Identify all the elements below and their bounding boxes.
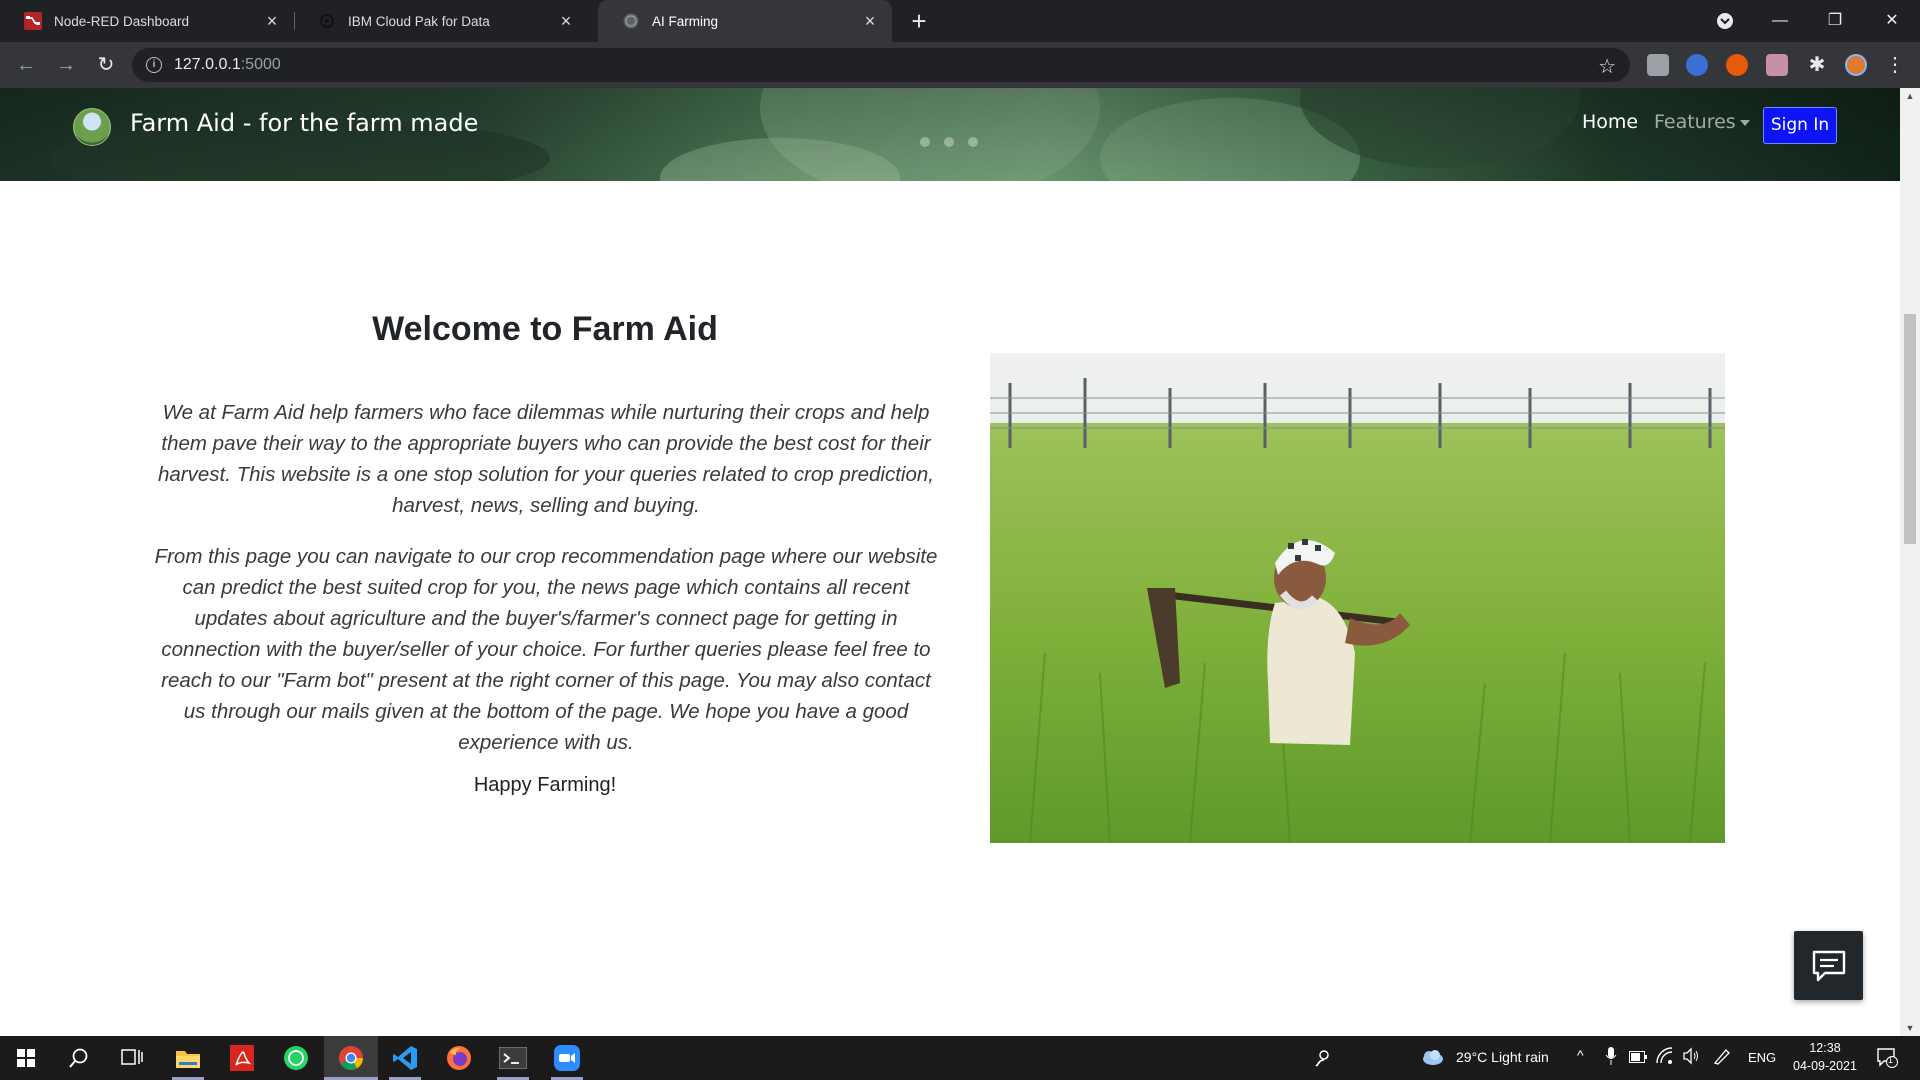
browser-toolbar: ← → ↻ i 127.0.0.1:5000 ☆ ✱ ⋮ [0,42,1920,88]
nav-home-link[interactable]: Home [1582,111,1638,133]
tab-ibm-cloud[interactable]: IBM Cloud Pak for Data × [294,0,588,42]
node-red-icon [24,12,42,30]
info-icon[interactable]: i [146,57,162,73]
restore-icon[interactable]: ❐ [1820,8,1850,34]
forward-icon[interactable]: → [52,51,80,79]
file-explorer-icon[interactable] [172,1042,204,1074]
extension-fire-icon[interactable] [1726,54,1748,76]
chat-icon [1812,950,1845,981]
minimize-icon[interactable]: — [1765,8,1795,34]
page-title: Welcome to Farm Aid [372,310,718,348]
tab-title: Node-RED Dashboard [54,13,190,29]
clock-date[interactable]: 04-09-2021 [1789,1059,1861,1073]
vscode-icon[interactable] [389,1042,421,1074]
new-tab-button[interactable]: + [906,8,932,35]
search-icon[interactable] [63,1042,95,1074]
nav-features-dropdown[interactable]: Features [1654,111,1750,133]
farmer-field-image [990,353,1725,843]
whatsapp-icon[interactable] [280,1042,312,1074]
firefox-icon[interactable] [443,1042,475,1074]
acrobat-icon[interactable] [226,1042,258,1074]
tray-chevron-up-icon[interactable]: ^ [1577,1047,1584,1063]
page-viewport: Farm Aid - for the farm made Home Featur… [0,88,1900,1036]
nav-features-label: Features [1654,111,1736,133]
battery-icon[interactable] [1629,1050,1647,1066]
wifi-icon[interactable] [1656,1047,1674,1068]
carousel-indicators [920,137,978,147]
people-search-icon[interactable] [1307,1042,1339,1074]
scroll-down-icon[interactable]: ▼ [1905,1023,1915,1033]
page-scrollbar[interactable]: ▲ ▼ [1900,88,1920,1036]
ibm-cloud-icon [318,12,336,30]
caret-down-icon [1739,119,1750,126]
tab-title: AI Farming [652,13,719,29]
url-host: 127.0.0.1 [174,56,241,73]
hero-carousel: Farm Aid - for the farm made Home Featur… [0,88,1900,181]
reload-icon[interactable]: ↻ [92,51,120,79]
cloud-rain-icon[interactable] [1418,1042,1446,1074]
scroll-up-icon[interactable]: ▲ [1905,91,1915,101]
close-icon[interactable]: × [860,11,880,31]
carousel-dot[interactable] [944,137,954,147]
extension-glasses-icon[interactable] [1686,54,1708,76]
brand-logo[interactable] [73,108,111,146]
clock-time[interactable]: 12:38 [1805,1041,1845,1055]
address-bar[interactable]: i 127.0.0.1:5000 ☆ [132,48,1630,82]
sign-in-button[interactable]: Sign In [1763,107,1837,144]
url-port: :5000 [240,56,281,73]
brand-title[interactable]: Farm Aid - for the farm made [130,109,478,137]
tab-title: IBM Cloud Pak for Data [348,13,490,29]
puzzle-icon[interactable]: ✱ [1806,54,1828,76]
notification-center-icon[interactable]: 1 [1876,1046,1898,1071]
tab-ai-farming[interactable]: AI Farming × [598,0,892,42]
pen-workspace-icon[interactable] [1712,1046,1732,1069]
farm-bot-chat-button[interactable] [1794,931,1863,1000]
bookmark-star-icon[interactable]: ☆ [1598,54,1616,79]
tab-search-button[interactable] [1710,8,1740,34]
close-icon[interactable]: × [262,11,282,31]
microphone-icon[interactable] [1605,1046,1617,1069]
volume-icon[interactable] [1682,1047,1700,1068]
notification-count: 1 [1888,1055,1894,1065]
back-icon[interactable]: ← [12,51,40,79]
window-close-icon[interactable]: ✕ [1877,8,1907,34]
closing-text: Happy Farming! [473,774,617,796]
extension-pen-icon[interactable] [1766,54,1788,76]
tab-node-red[interactable]: Node-RED Dashboard × [0,0,294,42]
terminal-icon[interactable] [497,1042,529,1074]
windows-start-icon[interactable] [10,1042,42,1074]
scrollbar-thumb[interactable] [1904,314,1916,544]
task-view-icon[interactable] [116,1042,148,1074]
intro-text: We at Farm Aid help farmers who face dil… [152,397,940,778]
extension-doc-icon[interactable] [1647,54,1669,76]
globe-icon [622,12,640,30]
browser-tabstrip: Node-RED Dashboard × IBM Cloud Pak for D… [0,0,1920,42]
menu-kebab-icon[interactable]: ⋮ [1884,54,1906,76]
intro-paragraph: We at Farm Aid help farmers who face dil… [158,401,934,517]
carousel-dot[interactable] [920,137,930,147]
close-icon[interactable]: × [556,11,576,31]
weather-text[interactable]: 29°C Light rain [1456,1049,1549,1065]
carousel-dot[interactable] [968,137,978,147]
profile-avatar[interactable] [1845,54,1867,76]
zoom-icon[interactable] [551,1042,583,1074]
language-indicator[interactable]: ENG [1748,1050,1776,1065]
chrome-icon[interactable] [335,1042,367,1074]
windows-taskbar: 29°C Light rain ^ ENG 12:38 04-09-2021 1 [0,1036,1920,1080]
intro-paragraph: From this page you can navigate to our c… [154,545,938,754]
